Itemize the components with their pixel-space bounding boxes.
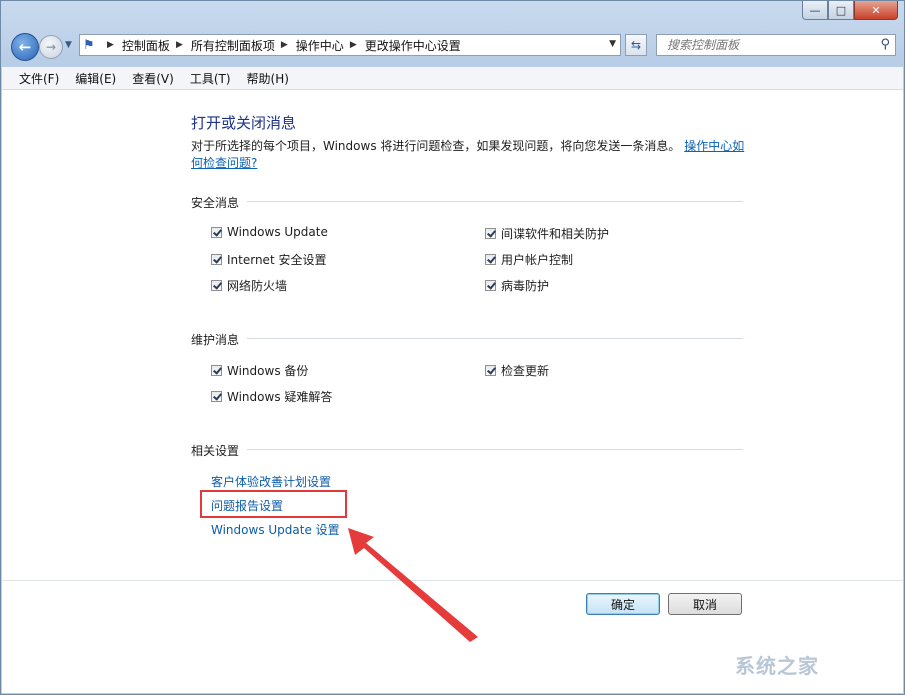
address-bar[interactable]: ⚑ ▶ 控制面板 ▶ 所有控制面板项 ▶ 操作中心 ▶ 更改操作中心设置 ▼ xyxy=(79,34,621,56)
footer-divider xyxy=(2,580,903,581)
search-input[interactable] xyxy=(665,37,869,53)
watermark-logo: 系统之家 xyxy=(735,654,819,678)
control-panel-flag-icon: ⚑ xyxy=(83,37,95,53)
breadcrumb-all-items[interactable]: 所有控制面板项 xyxy=(191,37,275,54)
checkbox-troubleshooting[interactable]: Windows 疑难解答 xyxy=(211,388,332,405)
checkbox-checked-icon[interactable] xyxy=(211,365,222,376)
back-arrow-icon: ← xyxy=(18,38,32,56)
checkbox-uac[interactable]: 用户帐户控制 xyxy=(485,251,573,268)
checkbox-virus-protection[interactable]: 病毒防护 xyxy=(485,277,549,294)
breadcrumb-arrow-icon[interactable]: ▶ xyxy=(350,40,357,50)
security-section-title: 安全消息 xyxy=(191,194,248,211)
checkbox-label: Windows 备份 xyxy=(227,364,309,378)
checkbox-label: 检查更新 xyxy=(501,364,550,378)
menu-edit[interactable]: 编辑(E) xyxy=(75,70,116,87)
checkbox-checked-icon[interactable] xyxy=(485,280,496,291)
checkbox-label: Windows 疑难解答 xyxy=(227,390,333,404)
ceip-settings-link[interactable]: 客户体验改善计划设置 xyxy=(211,473,331,490)
highlight-box xyxy=(200,490,347,518)
checkbox-internet-security[interactable]: Internet 安全设置 xyxy=(211,251,326,268)
maintenance-section-title: 维护消息 xyxy=(191,331,248,348)
close-button[interactable]: ✕ xyxy=(854,1,898,20)
forward-arrow-icon: → xyxy=(45,40,57,54)
checkbox-label: 网络防火墙 xyxy=(227,279,288,293)
maintenance-divider xyxy=(191,338,743,339)
minimize-button[interactable]: — xyxy=(802,1,828,20)
related-divider xyxy=(191,449,743,450)
security-divider xyxy=(191,201,743,202)
checkbox-checked-icon[interactable] xyxy=(485,254,496,265)
breadcrumb-action-center[interactable]: 操作中心 xyxy=(296,37,344,54)
checkbox-check-updates[interactable]: 检查更新 xyxy=(485,362,549,379)
address-dropdown-icon[interactable]: ▼ xyxy=(609,39,616,49)
checkbox-firewall[interactable]: 网络防火墙 xyxy=(211,277,287,294)
maximize-icon: □ xyxy=(835,3,847,17)
breadcrumb-arrow-icon[interactable]: ▶ xyxy=(281,40,288,50)
checkbox-spyware[interactable]: 间谍软件和相关防护 xyxy=(485,225,609,242)
page-description: 对于所选择的每个项目，Windows 将进行问题检查，如果发现问题，将向您发送一… xyxy=(191,138,756,172)
menu-file[interactable]: 文件(F) xyxy=(19,70,59,87)
breadcrumb-control-panel[interactable]: 控制面板 xyxy=(122,37,170,54)
forward-button[interactable]: → xyxy=(39,35,63,59)
checkbox-label: 病毒防护 xyxy=(501,279,550,293)
breadcrumb-current[interactable]: 更改操作中心设置 xyxy=(365,37,461,54)
checkbox-label: 用户帐户控制 xyxy=(501,253,574,267)
recent-pages-dropdown[interactable]: ▼ xyxy=(65,40,72,50)
checkbox-label: Windows Update xyxy=(227,225,328,239)
menu-help[interactable]: 帮助(H) xyxy=(247,70,289,87)
checkbox-checked-icon[interactable] xyxy=(211,391,222,402)
content-pane: 打开或关闭消息 对于所选择的每个项目，Windows 将进行问题检查，如果发现问… xyxy=(2,90,903,693)
checkbox-windows-backup[interactable]: Windows 备份 xyxy=(211,362,308,379)
windows-update-settings-link[interactable]: Windows Update 设置 xyxy=(211,521,340,538)
menu-bar: 文件(F) 编辑(E) 查看(V) 工具(T) 帮助(H) xyxy=(2,67,903,90)
minimize-icon: — xyxy=(809,3,821,17)
navigation-bar: ← → ▼ ⚑ ▶ 控制面板 ▶ 所有控制面板项 ▶ 操作中心 ▶ 更改操作中心… xyxy=(1,29,904,63)
checkbox-label: 间谍软件和相关防护 xyxy=(501,227,610,241)
checkbox-checked-icon[interactable] xyxy=(211,226,222,238)
checkbox-windows-update[interactable]: Windows Update xyxy=(211,225,328,239)
checkbox-checked-icon[interactable] xyxy=(485,365,496,376)
menu-view[interactable]: 查看(V) xyxy=(132,70,174,87)
close-icon: ✕ xyxy=(871,3,881,17)
breadcrumb-arrow-icon[interactable]: ▶ xyxy=(176,40,183,50)
checkbox-label: Internet 安全设置 xyxy=(227,253,327,267)
checkbox-checked-icon[interactable] xyxy=(485,228,496,239)
search-box[interactable]: ⚲ xyxy=(656,34,896,56)
related-section-title: 相关设置 xyxy=(191,442,248,459)
refresh-button[interactable]: ⇆ xyxy=(625,34,647,56)
cancel-button[interactable]: 取消 xyxy=(668,593,742,615)
description-text: 对于所选择的每个项目，Windows 将进行问题检查，如果发现问题，将向您发送一… xyxy=(191,139,681,153)
maximize-button[interactable]: □ xyxy=(828,1,854,20)
page-title: 打开或关闭消息 xyxy=(191,114,297,132)
back-button[interactable]: ← xyxy=(11,33,39,61)
checkbox-checked-icon[interactable] xyxy=(211,280,222,291)
breadcrumb-arrow-icon[interactable]: ▶ xyxy=(107,40,114,50)
explorer-window: — □ ✕ ← → ▼ ⚑ ▶ 控制面板 ▶ 所有控制面板项 ▶ 操作中心 ▶ … xyxy=(0,0,905,695)
ok-button[interactable]: 确定 xyxy=(586,593,660,615)
caption-buttons: — □ ✕ xyxy=(802,1,898,21)
search-icon[interactable]: ⚲ xyxy=(880,37,890,52)
checkbox-checked-icon[interactable] xyxy=(211,254,222,265)
refresh-icon: ⇆ xyxy=(630,38,642,52)
breadcrumb: ▶ 控制面板 ▶ 所有控制面板项 ▶ 操作中心 ▶ 更改操作中心设置 xyxy=(101,37,461,54)
menu-tools[interactable]: 工具(T) xyxy=(190,70,231,87)
